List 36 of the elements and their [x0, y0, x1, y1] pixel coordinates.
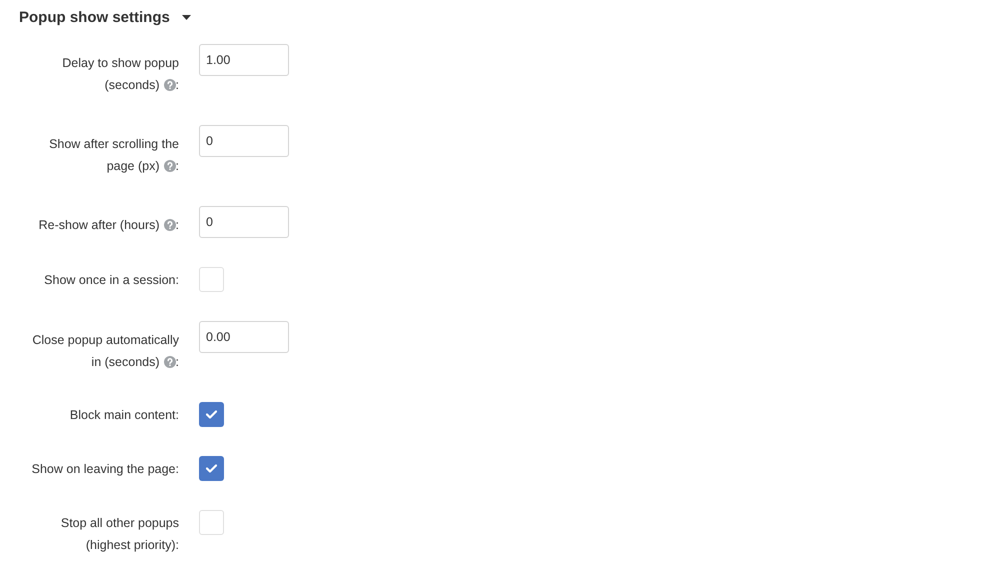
input-field[interactable]: 0: [199, 206, 289, 238]
help-icon[interactable]: [164, 160, 176, 172]
checkbox[interactable]: [199, 402, 224, 427]
field-label: Show after scrolling the: [49, 136, 179, 153]
field-label: in (seconds): [91, 354, 160, 371]
input-field[interactable]: 0: [199, 125, 289, 157]
label-colon: :: [176, 407, 179, 424]
label-colon: :: [176, 217, 179, 234]
checkbox[interactable]: [199, 267, 224, 292]
input-field[interactable]: 0.00: [199, 321, 289, 353]
label-colon: :: [176, 77, 179, 94]
check-icon: [206, 464, 217, 473]
field-label: Re-show after (hours): [38, 217, 160, 234]
input-field[interactable]: 1.00: [199, 44, 289, 76]
help-icon[interactable]: [164, 219, 176, 231]
field-label: (highest priority): [86, 537, 176, 554]
label-colon: :: [176, 158, 179, 175]
label-colon: :: [176, 537, 179, 554]
checkbox[interactable]: [199, 456, 224, 481]
caret-icon[interactable]: [182, 15, 191, 21]
field-label: (seconds): [104, 77, 160, 94]
field-label: Delay to show popup: [62, 55, 179, 72]
help-icon[interactable]: [164, 356, 176, 368]
field-label: page (px): [106, 158, 160, 175]
label-colon: :: [176, 272, 179, 289]
label-colon: :: [176, 461, 179, 478]
field-label: Close popup automatically: [32, 332, 179, 349]
label-colon: :: [176, 354, 179, 371]
checkbox[interactable]: [199, 510, 224, 535]
help-icon[interactable]: [164, 79, 176, 91]
field-label: Show once in a session: [44, 272, 176, 289]
field-label: Stop all other popups: [60, 515, 179, 532]
section-title: Popup show settings: [19, 8, 170, 28]
check-icon: [206, 410, 217, 419]
field-label: Show on leaving the page: [32, 461, 176, 478]
field-label: Block main content: [70, 407, 176, 424]
